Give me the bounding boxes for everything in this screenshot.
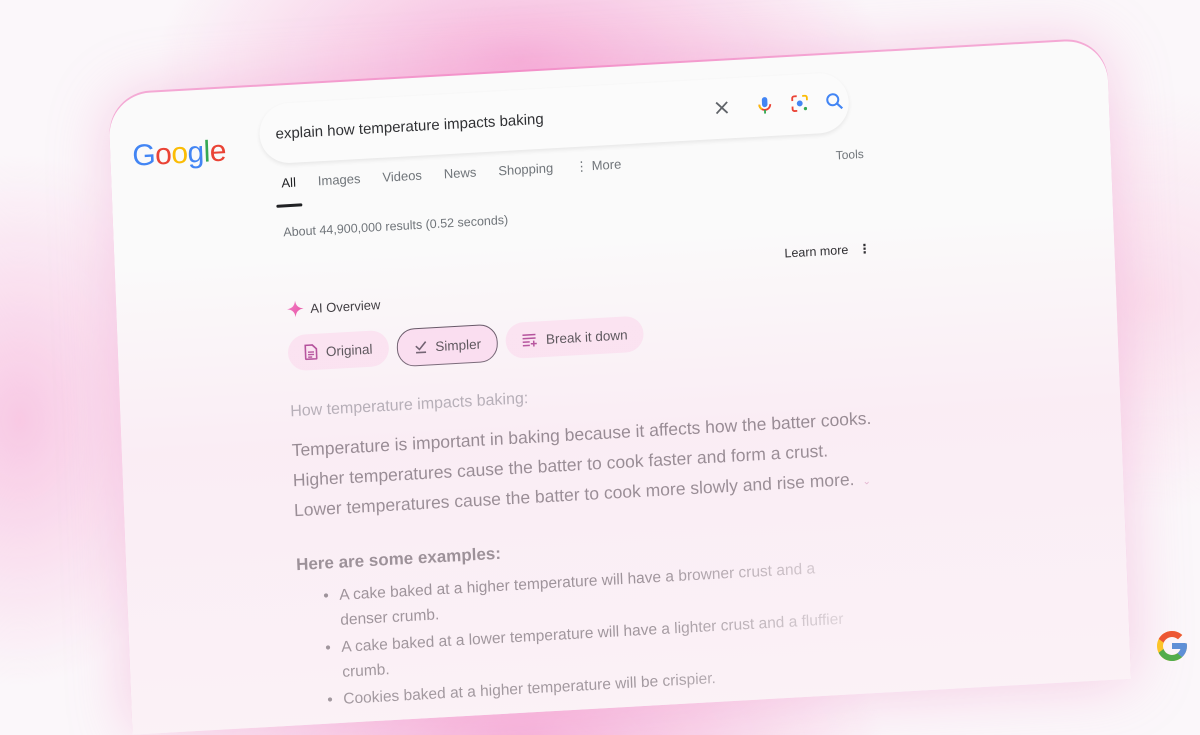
logo-letter: e xyxy=(209,134,227,169)
search-box[interactable]: explain how temperature impacts baking xyxy=(258,71,850,165)
chip-label: Break it down xyxy=(545,326,628,347)
rewrite-chips: Original Simpler Break it down xyxy=(287,315,645,373)
tools-button[interactable]: Tools xyxy=(835,147,864,163)
google-g-icon xyxy=(1157,631,1187,661)
more-vert-icon: ⋮ xyxy=(574,158,592,175)
tab-more[interactable]: ⋮ More xyxy=(575,156,622,187)
close-icon[interactable] xyxy=(710,96,733,119)
chip-simpler[interactable]: Simpler xyxy=(395,323,499,368)
logo-letter: o xyxy=(170,136,189,171)
search-results-page: Google explain how temperature impacts b… xyxy=(108,39,1132,735)
chip-original[interactable]: Original xyxy=(287,329,390,372)
examples-heading: Here are some examples: xyxy=(295,543,502,575)
google-logo[interactable]: Google xyxy=(132,135,227,174)
document-icon xyxy=(304,344,318,361)
list-add-icon xyxy=(522,333,538,347)
microphone-icon[interactable] xyxy=(753,94,776,117)
logo-letter: o xyxy=(154,137,172,172)
ai-overview-header: AI Overview xyxy=(286,295,381,318)
sparkle-icon xyxy=(287,300,304,318)
learn-more-link[interactable]: Learn more xyxy=(784,242,848,260)
more-options-icon[interactable]: ⋮ xyxy=(858,241,871,257)
overview-subtitle: How temperature impacts baking: xyxy=(289,390,529,421)
search-input[interactable]: explain how temperature impacts baking xyxy=(275,111,544,143)
chip-label: Original xyxy=(325,341,373,359)
logo-letter: G xyxy=(131,138,156,173)
tab-shopping[interactable]: Shopping xyxy=(498,160,554,191)
tab-all[interactable]: All xyxy=(281,175,297,204)
ai-overview-title: AI Overview xyxy=(310,296,381,316)
examples-list: A cake baked at a higher temperature wil… xyxy=(323,554,867,715)
tab-images[interactable]: Images xyxy=(318,171,362,201)
tab-videos[interactable]: Videos xyxy=(382,168,423,198)
search-tabs: All Images Videos News Shopping ⋮ More xyxy=(281,155,644,203)
lens-icon[interactable] xyxy=(788,92,811,115)
results-stats: About 44,900,000 results (0.52 seconds) xyxy=(283,212,509,240)
chip-label: Simpler xyxy=(435,336,482,354)
search-icon[interactable] xyxy=(823,90,846,113)
chevron-down-icon[interactable]: ⌄ xyxy=(862,476,871,487)
logo-letter: g xyxy=(186,135,205,170)
overview-summary: Temperature is important in baking becau… xyxy=(291,403,874,529)
stage: Google explain how temperature impacts b… xyxy=(0,0,1200,735)
tab-news[interactable]: News xyxy=(444,165,478,195)
check-icon xyxy=(414,341,426,354)
chip-break-it-down[interactable]: Break it down xyxy=(505,315,645,360)
learn-more[interactable]: Learn more ⋮ xyxy=(784,241,871,261)
tab-more-label: More xyxy=(591,156,622,174)
